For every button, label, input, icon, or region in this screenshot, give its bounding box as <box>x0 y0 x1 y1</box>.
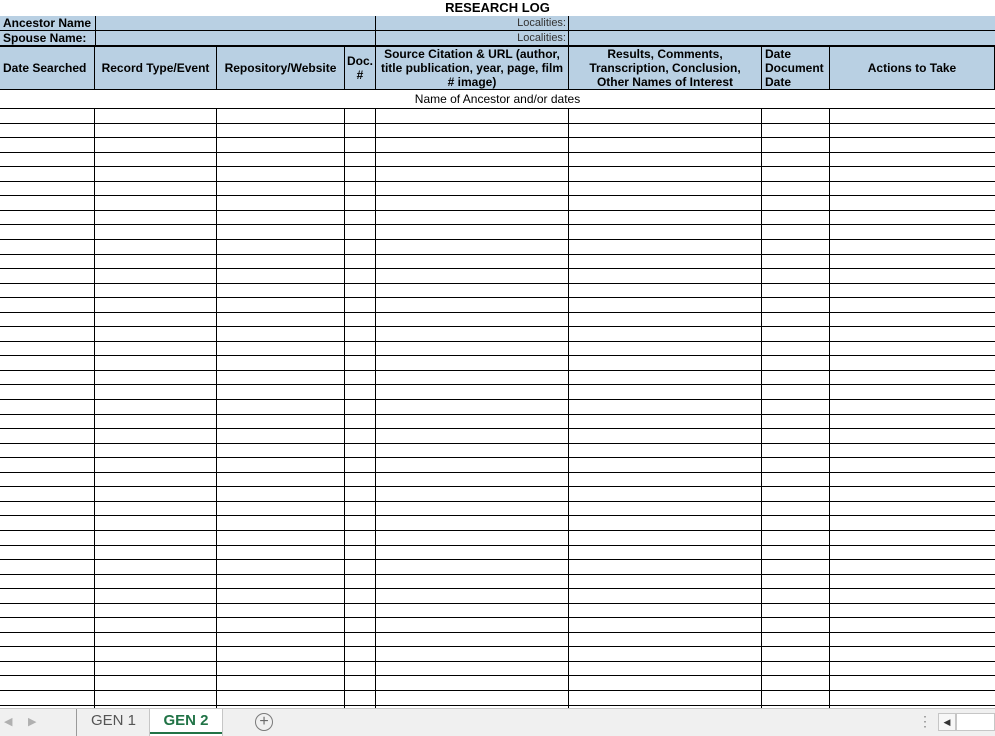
sheet-tab-gen-1[interactable]: GEN 1 <box>76 709 150 736</box>
row-divider <box>0 675 995 676</box>
log-rows[interactable] <box>0 108 995 708</box>
row-divider <box>0 443 995 444</box>
spouse-row: Spouse Name: Localities: <box>0 31 995 46</box>
tab-scroll-next-icon[interactable]: ▶ <box>28 715 36 728</box>
row-divider <box>0 574 995 575</box>
row-divider <box>0 268 995 269</box>
scroll-left-button[interactable]: ◀ <box>938 713 956 731</box>
sheet-tab-bar: ◀ ▶ GEN 1 GEN 2 + ⋮ ◀ <box>0 708 995 736</box>
more-options-icon[interactable]: ⋮ <box>918 714 932 728</box>
column-divider <box>568 108 569 708</box>
column-divider <box>216 108 217 708</box>
row-divider <box>0 472 995 473</box>
localities-label: Localities: <box>376 31 569 46</box>
row-divider <box>0 166 995 167</box>
ancestor-dates-row[interactable]: Name of Ancestor and/or dates <box>0 91 995 109</box>
spouse-localities-cell[interactable] <box>569 31 995 46</box>
row-divider <box>0 210 995 211</box>
col-header-repository[interactable]: Repository/Website <box>217 46 345 90</box>
column-divider <box>344 108 345 708</box>
horizontal-scrollbar[interactable] <box>956 713 995 731</box>
row-divider <box>0 617 995 618</box>
row-divider <box>0 501 995 502</box>
column-divider <box>375 108 376 708</box>
sheet-tab-gen-2[interactable]: GEN 2 <box>149 709 223 736</box>
row-divider <box>0 530 995 531</box>
row-divider <box>0 399 995 400</box>
row-divider <box>0 297 995 298</box>
row-divider <box>0 355 995 356</box>
col-header-document-date[interactable]: Date Document Date <box>762 46 830 90</box>
ancestor-row: Ancestor Name Localities: <box>0 16 995 31</box>
row-divider <box>0 123 995 124</box>
spouse-name-cell[interactable] <box>96 31 376 46</box>
row-divider <box>0 661 995 662</box>
col-header-date-searched[interactable]: Date Searched <box>0 46 95 90</box>
row-divider <box>0 181 995 182</box>
row-divider <box>0 195 995 196</box>
add-sheet-icon[interactable]: + <box>255 713 273 731</box>
row-divider <box>0 224 995 225</box>
tab-scroll-prev-icon[interactable]: ◀ <box>4 715 12 728</box>
row-divider <box>0 384 995 385</box>
ancestor-name-cell[interactable] <box>96 16 376 31</box>
row-divider <box>0 370 995 371</box>
col-header-doc-number[interactable]: Doc. # <box>345 46 376 90</box>
row-divider <box>0 646 995 647</box>
sheet-title: RESEARCH LOG <box>445 0 550 15</box>
row-divider <box>0 486 995 487</box>
col-header-results[interactable]: Results, Comments, Transcription, Conclu… <box>569 46 762 90</box>
column-divider <box>829 108 830 708</box>
triangle-left-icon: ◀ <box>943 717 951 727</box>
row-divider <box>0 603 995 604</box>
row-divider <box>0 705 995 706</box>
row-divider <box>0 690 995 691</box>
row-divider <box>0 428 995 429</box>
row-divider <box>0 254 995 255</box>
row-divider <box>0 341 995 342</box>
row-divider <box>0 326 995 327</box>
spouse-name-label: Spouse Name: <box>0 31 96 46</box>
row-divider <box>0 588 995 589</box>
row-divider <box>0 312 995 313</box>
spreadsheet-grid[interactable]: RESEARCH LOG Ancestor Name Localities: S… <box>0 0 995 708</box>
row-divider <box>0 239 995 240</box>
row-divider <box>0 152 995 153</box>
col-header-record-type[interactable]: Record Type/Event <box>95 46 217 90</box>
row-divider <box>0 545 995 546</box>
column-divider <box>94 108 95 708</box>
row-divider <box>0 559 995 560</box>
column-divider <box>761 108 762 708</box>
ancestor-name-label: Ancestor Name <box>0 16 96 31</box>
row-divider <box>0 515 995 516</box>
row-divider <box>0 457 995 458</box>
ancestor-localities-cell[interactable] <box>569 16 995 31</box>
localities-label: Localities: <box>376 16 569 31</box>
col-header-source-citation[interactable]: Source Citation & URL (author, title pub… <box>376 46 569 90</box>
row-divider <box>0 283 995 284</box>
row-divider <box>0 414 995 415</box>
row-divider <box>0 137 995 138</box>
col-header-actions[interactable]: Actions to Take <box>830 46 995 90</box>
row-divider <box>0 632 995 633</box>
